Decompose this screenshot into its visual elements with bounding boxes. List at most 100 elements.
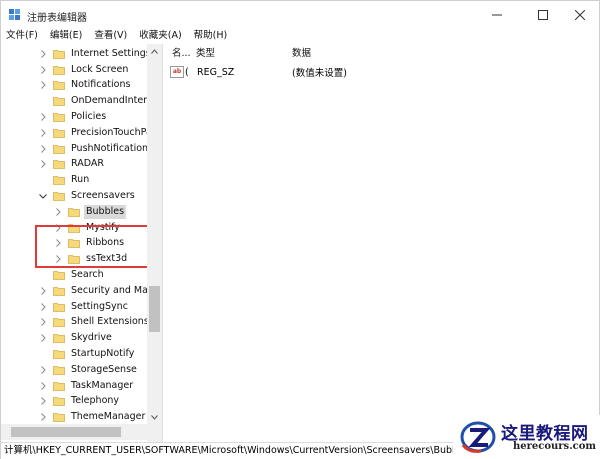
watermark-url: herecours.com	[513, 441, 597, 452]
chevron-right-icon[interactable]	[53, 206, 63, 218]
tree-node-label: Shell Extensions	[71, 316, 149, 328]
scroll-thumb[interactable]	[149, 286, 160, 332]
registry-tree[interactable]: Internet Settings Lock Screen Notification…	[1, 44, 163, 442]
tree-node-label: TaskManager	[71, 379, 134, 391]
chevron-right-icon[interactable]	[38, 301, 48, 313]
tree-node[interactable]: Search	[38, 267, 106, 283]
horizontal-scroll-thumb[interactable]	[11, 427, 121, 437]
tree-node-label: Lock Screen	[71, 63, 129, 75]
column-header-type[interactable]: 类型	[196, 46, 215, 62]
tree-node[interactable]: Security and Mai	[38, 283, 153, 299]
chevron-right-icon[interactable]	[38, 158, 48, 170]
tree-node[interactable]: Notifications	[38, 78, 132, 94]
folder-icon	[53, 65, 65, 75]
tree-node[interactable]: StorageSense	[38, 362, 139, 378]
chevron-right-icon[interactable]	[38, 79, 48, 91]
tree-node[interactable]: OnDemandInterf	[38, 93, 152, 109]
chevron-right-icon[interactable]	[38, 411, 48, 423]
tree-node[interactable]: SettingSync	[38, 299, 130, 315]
regedit-window: 注册表编辑器 文件(F) 编辑(E) 查看(V) 收藏夹(A) 帮助(H) In…	[0, 0, 600, 459]
tree-node[interactable]: Screensavers	[38, 188, 137, 204]
tree-node-label: Search	[71, 269, 104, 281]
tree-node-label: StartupNotify	[71, 348, 135, 360]
values-pane[interactable]: 名... 类型 数据 ab ( REG_SZ (数值未设置)	[164, 44, 599, 442]
window-title: 注册表编辑器	[27, 13, 87, 24]
folder-icon	[53, 96, 65, 107]
tree-node[interactable]: PushNotifications	[38, 141, 155, 157]
chevron-right-icon[interactable]	[38, 364, 48, 376]
folder-icon	[53, 365, 65, 375]
folder-icon	[68, 207, 80, 217]
menu-favorites[interactable]: 收藏夹(A)	[134, 29, 188, 43]
minimize-button[interactable]	[477, 1, 517, 29]
folder-icon	[53, 317, 65, 328]
folder-icon	[53, 270, 65, 280]
tree-node[interactable]: StartupNotify	[38, 346, 136, 362]
maximize-button[interactable]	[523, 1, 563, 29]
tree-node[interactable]: Telephony	[38, 394, 121, 410]
chevron-down-icon[interactable]	[38, 190, 48, 202]
chevron-right-icon[interactable]	[38, 380, 48, 392]
tree-vertical-scrollbar[interactable]	[147, 44, 162, 442]
annotation-highlight-box	[35, 225, 161, 268]
minimize-icon	[492, 14, 502, 16]
tree-node[interactable]: ThemeManager	[38, 409, 147, 425]
tree-node-label: PrecisionTouchPa	[71, 126, 152, 138]
folder-icon	[53, 412, 65, 423]
menu-bar: 文件(F) 编辑(E) 查看(V) 收藏夹(A) 帮助(H)	[1, 29, 599, 43]
folder-icon	[53, 112, 65, 122]
chevron-down-icon	[151, 414, 158, 420]
column-header-name[interactable]: 名...	[172, 46, 191, 62]
tree-node[interactable]: Bubbles	[53, 204, 127, 220]
column-header-data[interactable]: 数据	[292, 46, 311, 62]
folder-icon	[53, 349, 65, 359]
chevron-right-icon[interactable]	[38, 316, 48, 328]
chevron-right-icon[interactable]	[38, 395, 48, 407]
value-type: REG_SZ	[197, 66, 235, 78]
tree-node-label: RADAR	[71, 158, 104, 170]
menu-edit[interactable]: 编辑(E)	[45, 29, 89, 43]
folder-icon	[53, 128, 65, 138]
tree-node[interactable]: Skydrive	[38, 330, 114, 346]
tree-horizontal-scrollbar[interactable]	[1, 424, 147, 440]
tree-node-label: SettingSync	[71, 300, 128, 312]
tree-node[interactable]: RADAR	[38, 157, 106, 173]
scroll-down-button[interactable]	[147, 410, 162, 424]
tree-node-label: OnDemandInterf	[71, 95, 151, 107]
chevron-right-icon[interactable]	[38, 64, 48, 76]
watermark-logo-icon	[460, 421, 496, 453]
close-button[interactable]	[560, 1, 600, 29]
tree-node-label: ThemeManager	[71, 411, 146, 423]
chevron-right-icon[interactable]	[38, 332, 48, 344]
folder-icon	[53, 80, 65, 91]
title-bar[interactable]: 注册表编辑器	[1, 1, 599, 29]
watermark: 这里教程网 herecours.com	[453, 415, 600, 459]
tree-node-label: StorageSense	[71, 363, 137, 375]
chevron-right-icon[interactable]	[38, 111, 48, 123]
tree-node[interactable]: Lock Screen	[38, 62, 130, 78]
tree-node[interactable]: PrecisionTouchPa	[38, 125, 154, 141]
chevron-right-icon[interactable]	[38, 48, 48, 60]
menu-file[interactable]: 文件(F)	[1, 29, 45, 43]
menu-help[interactable]: 帮助(H)	[189, 29, 235, 43]
value-row[interactable]: ab ( REG_SZ (数值未设置)	[170, 64, 347, 80]
value-name: (	[185, 66, 189, 78]
tree-node[interactable]: Policies	[38, 109, 108, 125]
tree-node-label: PushNotifications	[71, 142, 154, 154]
scroll-up-button[interactable]	[147, 44, 162, 58]
tree-node-label: Screensavers	[71, 190, 135, 202]
menu-view[interactable]: 查看(V)	[89, 29, 134, 43]
folder-icon	[53, 159, 65, 170]
chevron-right-icon[interactable]	[38, 127, 48, 139]
tree-node[interactable]: Internet Settings	[38, 46, 153, 62]
tree-node-label: Notifications	[71, 79, 131, 91]
tree-node[interactable]: TaskManager	[38, 378, 135, 394]
folder-icon	[53, 175, 65, 186]
chevron-right-icon[interactable]	[38, 285, 48, 297]
folder-icon	[53, 191, 65, 201]
chevron-right-icon[interactable]	[38, 143, 48, 155]
tree-node[interactable]: Shell Extensions	[38, 315, 151, 331]
tree-node[interactable]: Run	[38, 172, 91, 188]
